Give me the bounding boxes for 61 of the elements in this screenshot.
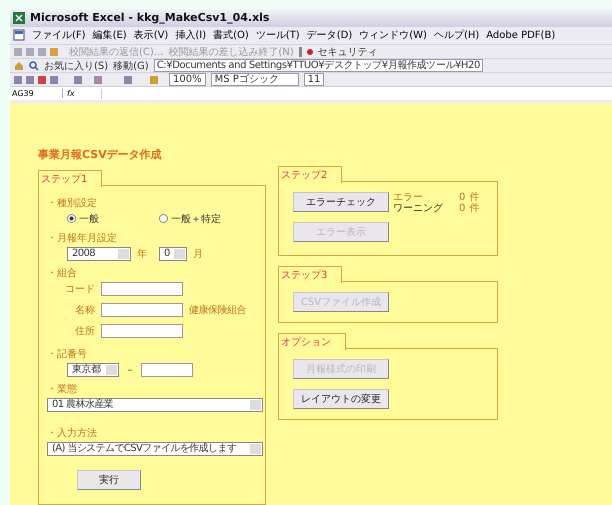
section-label: ・組合 <box>47 266 77 280</box>
unit-label: 年 <box>137 248 147 261</box>
sheet-title: 事業月報CSVデータ作成 <box>38 146 163 162</box>
section-label: ・入力方法 <box>47 426 97 440</box>
window-title: Microsoft Excel - kkg_MakeCsv1_04.xls <box>30 11 270 24</box>
dash-label: － <box>125 364 135 377</box>
action-button[interactable]: エラーチェック <box>293 192 389 212</box>
year-dropdown[interactable]: 2008 <box>67 246 131 261</box>
menu-item[interactable]: 表示(V) <box>134 28 168 42</box>
name-box[interactable]: AG39 <box>10 89 63 98</box>
count-unit: 件 <box>469 192 480 203</box>
count-unit: 件 <box>469 202 480 214</box>
input-field[interactable] <box>101 324 183 338</box>
menu-item[interactable]: 書式(O) <box>213 28 249 42</box>
field-label: 名称 <box>74 304 95 317</box>
font-field[interactable]: MS Pゴシック <box>210 73 299 86</box>
section-label: ・種別設定 <box>47 196 97 210</box>
input-field[interactable] <box>101 282 183 296</box>
font-size-field[interactable]: 11 <box>304 73 324 86</box>
input-field[interactable] <box>101 302 183 317</box>
action-button[interactable]: レイアウトの変更 <box>293 388 389 409</box>
menu-item[interactable]: ツール(T) <box>256 28 300 42</box>
section-label: ・記番号 <box>47 348 87 361</box>
count-label: ワーニング <box>393 202 444 214</box>
toolbar-button[interactable]: セキュリティ <box>318 44 378 59</box>
toolbar-button[interactable]: お気に入り(S) <box>44 58 108 73</box>
prefecture-dropdown[interactable]: 東京都 <box>67 362 119 377</box>
suffix-label: 健康保険組合 <box>189 304 246 317</box>
document-icon[interactable] <box>13 29 25 42</box>
menu-item[interactable]: 挿入(I) <box>175 28 206 42</box>
toolbar-button[interactable]: 移動(G) <box>113 58 149 73</box>
field-label: コード <box>64 282 95 296</box>
radio-label: 一般 <box>79 212 99 226</box>
section-label: ・業態 <box>47 382 77 396</box>
section-label: ・月報年月設定 <box>47 232 117 245</box>
radio-label: 一般＋特定 <box>171 212 221 226</box>
dot-icon <box>306 48 313 55</box>
industry-dropdown[interactable]: 01 農林水産業 <box>47 398 263 412</box>
excel-icon <box>13 12 25 24</box>
zoom-field[interactable]: 100% <box>169 73 206 86</box>
field-label: 住所 <box>74 324 95 338</box>
run-button[interactable]: 実行 <box>77 470 141 490</box>
menu-item[interactable]: ウィンドウ(W) <box>359 28 427 42</box>
radio-button[interactable] <box>67 214 76 224</box>
radio-button[interactable] <box>159 214 168 224</box>
menu-item[interactable]: Adobe PDF(B) <box>486 30 556 41</box>
menu-item[interactable]: ファイル(F) <box>32 28 86 42</box>
unit-label: 月 <box>193 248 203 261</box>
address-field[interactable]: C:¥Documents and Settings¥TTUO¥デスクトップ¥月報作成ツール¥H20 <box>154 59 483 72</box>
function-label: fx <box>67 89 76 98</box>
input-field[interactable] <box>141 362 193 377</box>
method-dropdown[interactable]: (A) 当システムでCSVファイルを作成します <box>47 442 263 456</box>
menu-item[interactable]: データ(D) <box>306 28 352 42</box>
search-icon[interactable] <box>29 60 39 71</box>
menu-item[interactable]: ヘルプ(H) <box>434 28 480 42</box>
menu-item[interactable]: 編集(E) <box>92 28 127 42</box>
count-value: 0 <box>459 202 466 214</box>
count-label: エラー <box>393 192 424 203</box>
count-value: 0 <box>459 192 466 203</box>
month-dropdown[interactable]: 0 <box>159 246 187 261</box>
home-icon[interactable] <box>14 60 24 71</box>
